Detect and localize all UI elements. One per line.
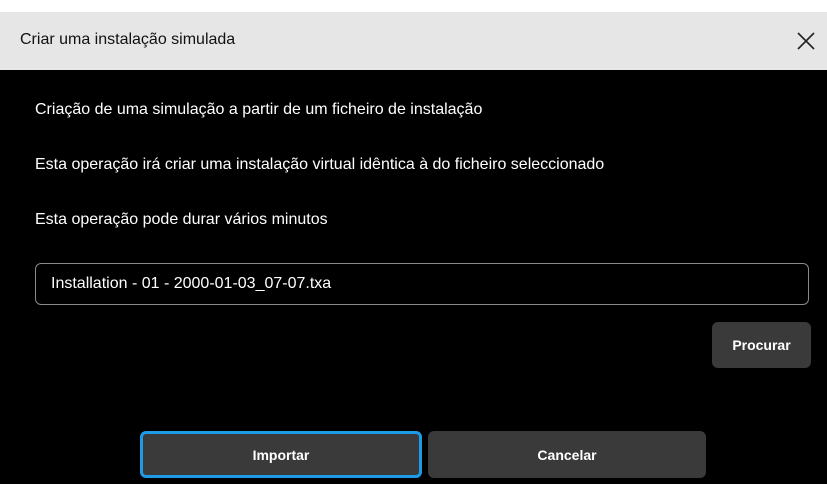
description-line: Esta operação irá criar uma instalação v… <box>35 156 605 173</box>
description-line: Criação de uma simulação a partir de um … <box>35 101 483 118</box>
dialog-title: Criar uma instalação simulada <box>20 31 236 48</box>
cancel-button[interactable]: Cancelar <box>428 431 706 478</box>
import-button[interactable]: Importar <box>140 431 422 478</box>
file-path-input[interactable] <box>35 263 809 305</box>
close-icon <box>797 32 815 50</box>
browse-button[interactable]: Procurar <box>712 322 811 368</box>
description-line: Esta operação pode durar vários minutos <box>35 211 328 228</box>
dialog-titlebar: Criar uma instalação simulada <box>0 12 827 70</box>
simulated-installation-dialog: Criar uma instalação simulada Criação de… <box>0 12 827 484</box>
close-button[interactable] <box>791 26 821 56</box>
